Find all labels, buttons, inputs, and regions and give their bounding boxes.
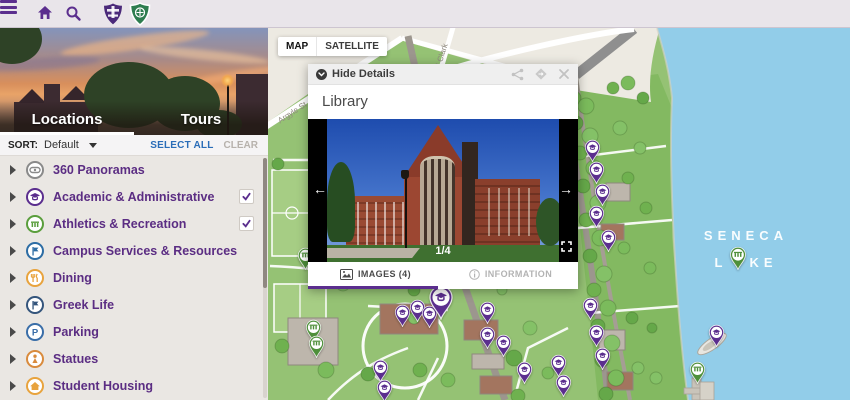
flag-icon <box>26 241 44 260</box>
athletics-icon <box>26 214 44 233</box>
map-view-button[interactable]: MAP <box>278 37 316 56</box>
dining-icon <box>26 268 44 287</box>
previous-image-arrow[interactable]: ← <box>313 181 327 197</box>
active-tab-underline <box>308 286 438 289</box>
campus-photo: Locations Tours <box>0 28 268 135</box>
academic-map-pin[interactable] <box>594 347 611 375</box>
category-label: Dining <box>53 270 92 285</box>
photo-carousel: ← → 1/4 <box>308 119 578 262</box>
sidebar-item-athletics-recreation[interactable]: Athletics & Recreation <box>0 210 268 237</box>
tab-information[interactable]: INFORMATION <box>443 262 578 286</box>
popup-tabs: IMAGES (4) INFORMATION <box>308 262 578 286</box>
academic-map-pin[interactable] <box>582 297 599 325</box>
search-icon[interactable] <box>64 4 88 24</box>
map-type-control: MAP SATELLITE <box>278 37 387 56</box>
sidebar-item-greek-life[interactable]: Greek Life <box>0 291 268 318</box>
sort-dropdown[interactable]: Default <box>44 139 79 151</box>
popup-header: Hide Details <box>308 64 578 85</box>
next-image-arrow[interactable]: → <box>559 181 573 197</box>
academic-map-pin[interactable] <box>479 326 496 354</box>
campus-map-app: Locations Tours SORT: Default SELECT ALL… <box>0 0 850 400</box>
category-label: Student Housing <box>53 378 153 393</box>
sidebar-scrollbar[interactable] <box>263 158 267 398</box>
sort-label: SORT: <box>8 139 38 151</box>
satellite-view-button[interactable]: SATELLITE <box>316 37 387 56</box>
athletics-map-pin[interactable] <box>308 335 325 363</box>
category-label: 360 Panoramas <box>53 162 145 177</box>
academic-map-pin[interactable] <box>708 324 725 352</box>
sidebar-item-campus-services-resources[interactable]: Campus Services & Resources <box>0 237 268 264</box>
expand-caret-icon[interactable] <box>10 218 16 229</box>
tab-tours[interactable]: Tours <box>134 101 268 135</box>
expand-caret-icon[interactable] <box>10 272 16 283</box>
select-all-button[interactable]: SELECT ALL <box>150 140 213 151</box>
sidebar-item-statues[interactable]: Statues <box>0 345 268 372</box>
directions-icon[interactable] <box>534 67 548 81</box>
flag-icon <box>26 295 44 314</box>
expand-caret-icon[interactable] <box>10 326 16 337</box>
svg-text:P: P <box>32 327 39 338</box>
tab-locations[interactable]: Locations <box>0 101 134 135</box>
expand-caret-icon[interactable] <box>10 245 16 256</box>
academic-map-pin[interactable] <box>600 229 617 257</box>
home-icon[interactable] <box>36 4 60 24</box>
chevron-down-circle-icon <box>316 68 327 80</box>
fullscreen-icon[interactable] <box>561 239 572 257</box>
sidebar-item-academic-administrative[interactable]: Academic & Administrative <box>0 183 268 210</box>
sidebar: Locations Tours SORT: Default SELECT ALL… <box>0 28 268 400</box>
academic-map-pin[interactable] <box>376 379 393 400</box>
sidebar-item-360-panoramas[interactable]: 360 Panoramas <box>0 156 268 183</box>
location-detail-popup: Hide Details Library ← → 1/4 IMAGES (4) … <box>308 64 578 289</box>
sidebar-tabs: Locations Tours <box>0 101 268 135</box>
category-label: Athletics & Recreation <box>53 216 187 231</box>
academic-map-pin[interactable] <box>495 334 512 362</box>
academic-map-pin-selected[interactable] <box>428 284 454 325</box>
tab-images[interactable]: IMAGES (4) <box>308 262 443 286</box>
category-list: 360 Panoramas Academic & Administrative At… <box>0 156 268 400</box>
share-icon[interactable] <box>511 68 524 81</box>
image-counter: 1/4 <box>435 245 451 257</box>
academic-map-pin[interactable] <box>555 374 572 400</box>
hide-details-button[interactable]: Hide Details <box>316 68 395 80</box>
popup-title: Library <box>308 85 578 119</box>
category-label: Greek Life <box>53 297 115 312</box>
category-label: Campus Services & Resources <box>53 243 238 258</box>
sidebar-item-parking[interactable]: P Parking <box>0 318 268 345</box>
panorama-icon <box>26 160 44 179</box>
academic-map-pin[interactable] <box>516 361 533 389</box>
expand-caret-icon[interactable] <box>10 164 16 175</box>
category-label: Academic & Administrative <box>53 189 215 204</box>
expand-caret-icon[interactable] <box>10 380 16 391</box>
statue-icon <box>26 349 44 368</box>
expand-caret-icon[interactable] <box>10 191 16 202</box>
chevron-down-icon[interactable] <box>88 142 97 148</box>
expand-caret-icon[interactable] <box>10 299 16 310</box>
top-bar <box>0 0 850 28</box>
category-checkbox[interactable] <box>239 216 254 231</box>
close-icon[interactable] <box>558 68 570 80</box>
house-icon <box>26 376 44 395</box>
parking-icon: P <box>26 322 44 341</box>
photo-lamppost <box>404 176 407 248</box>
menu-icon[interactable] <box>0 0 17 14</box>
category-checkbox[interactable] <box>239 189 254 204</box>
sort-bar: SORT: Default SELECT ALL CLEAR <box>0 135 268 156</box>
hobart-shield-logo[interactable] <box>100 1 126 27</box>
library-photo <box>327 119 559 262</box>
category-label: Parking <box>53 324 99 339</box>
clear-button[interactable]: CLEAR <box>224 140 258 151</box>
athletics-map-pin[interactable] <box>689 361 706 389</box>
academic-map-pin[interactable] <box>479 301 496 329</box>
sidebar-item-student-housing[interactable]: Student Housing <box>0 372 268 399</box>
expand-caret-icon[interactable] <box>10 353 16 364</box>
category-label: Statues <box>53 351 99 366</box>
sidebar-item-dining[interactable]: Dining <box>0 264 268 291</box>
grad-cap-icon <box>26 187 44 206</box>
william-smith-shield-logo[interactable] <box>127 1 153 27</box>
